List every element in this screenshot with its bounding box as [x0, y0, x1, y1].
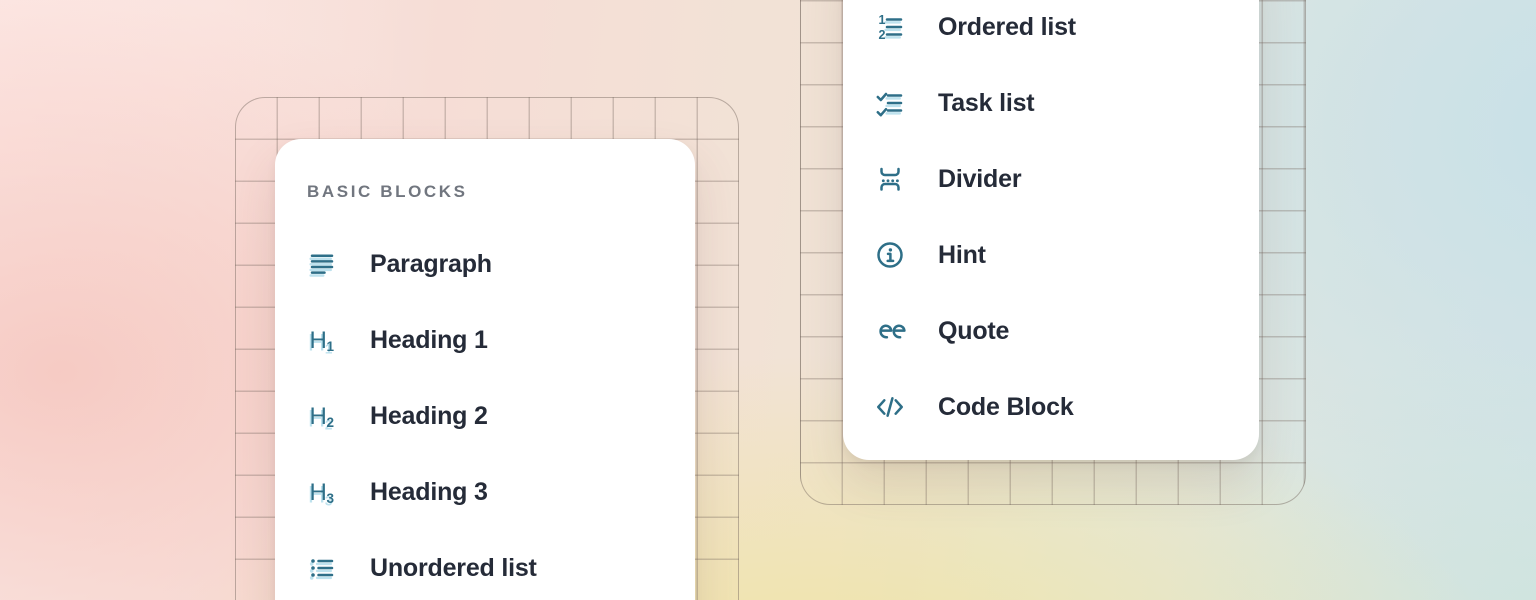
menu-item-label: Paragraph: [370, 250, 492, 279]
menu-item-divider[interactable]: Divider: [843, 141, 1259, 217]
menu-item-label: Divider: [938, 165, 1021, 194]
quote-icon: [873, 314, 907, 348]
task-list-icon: [873, 86, 907, 120]
svg-text:H: H: [310, 327, 327, 354]
menu-item-label: Quote: [938, 317, 1009, 346]
hint-icon: [873, 238, 907, 272]
svg-text:1: 1: [879, 13, 886, 27]
menu-item-hint[interactable]: Hint: [843, 217, 1259, 293]
svg-text:H: H: [310, 479, 327, 506]
menu-item-label: Code Block: [938, 393, 1074, 422]
menu-item-quote[interactable]: Quote: [843, 293, 1259, 369]
menu-item-heading-1[interactable]: H1 H1 Heading 1: [275, 302, 695, 378]
menu-item-label: Hint: [938, 241, 986, 270]
menu-item-label: Task list: [938, 89, 1034, 118]
menu-item-heading-2[interactable]: H2 H2 Heading 2: [275, 378, 695, 454]
divider-icon: [873, 162, 907, 196]
heading-3-icon: H3 H3: [305, 475, 339, 509]
menu-item-label: Heading 3: [370, 478, 488, 507]
code-block-icon: [873, 390, 907, 424]
menu-item-code-block[interactable]: Code Block: [843, 369, 1259, 445]
editor-block-menu-illustration: BASIC BLOCKS Paragraph H1 H1: [0, 0, 1536, 600]
svg-text:1: 1: [327, 339, 335, 354]
svg-text:3: 3: [327, 491, 335, 506]
menu-item-unordered-list[interactable]: Unordered list: [275, 530, 695, 600]
ordered-list-icon: 12: [873, 10, 907, 44]
menu-item-task-list[interactable]: Task list: [843, 65, 1259, 141]
unordered-list-icon: [305, 551, 339, 585]
menu-item-label: Heading 1: [370, 326, 488, 355]
menu-item-label: Ordered list: [938, 13, 1076, 42]
heading-1-icon: H1 H1: [305, 323, 339, 357]
basic-blocks-menu: BASIC BLOCKS Paragraph H1 H1: [275, 139, 695, 600]
menu-item-ordered-list[interactable]: 12 Ordered list: [843, 0, 1259, 65]
blocks-menu-continued: 12 Ordered list Task list: [843, 0, 1259, 460]
menu-item-label: Heading 2: [370, 402, 488, 431]
menu-item-label: Unordered list: [370, 554, 537, 583]
menu-list: 12 Ordered list Task list: [843, 0, 1259, 445]
svg-text:H: H: [310, 403, 327, 430]
menu-list: Paragraph H1 H1 Heading 1 H2 H2: [275, 226, 695, 600]
menu-item-paragraph[interactable]: Paragraph: [275, 226, 695, 302]
svg-text:2: 2: [879, 28, 886, 42]
svg-text:2: 2: [327, 415, 335, 430]
section-label: BASIC BLOCKS: [307, 175, 665, 209]
menu-item-heading-3[interactable]: H3 H3 Heading 3: [275, 454, 695, 530]
heading-2-icon: H2 H2: [305, 399, 339, 433]
paragraph-icon: [305, 247, 339, 281]
